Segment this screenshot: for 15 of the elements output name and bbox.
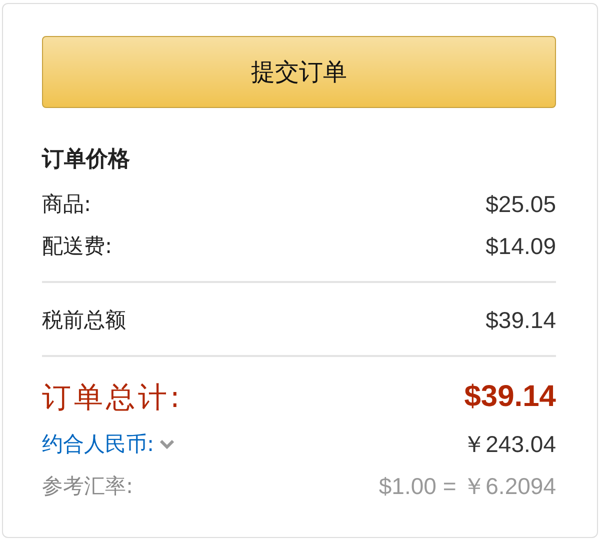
order-total-label: 订单总计:	[42, 379, 183, 416]
exchange-rate-value: $1.00 = ￥6.2094	[378, 472, 556, 501]
exchange-rate-label: 参考汇率:	[42, 473, 134, 500]
subtotal-label: 税前总额	[42, 307, 126, 334]
submit-order-button[interactable]: 提交订单	[42, 36, 556, 108]
price-label: 商品:	[42, 191, 92, 218]
converted-amount: ￥243.04	[462, 430, 556, 459]
currency-link[interactable]: 约合人民币:	[42, 429, 154, 459]
price-amount: $14.09	[486, 232, 556, 261]
price-label: 配送费:	[42, 233, 112, 260]
chevron-down-icon[interactable]	[160, 440, 174, 448]
subtotal-amount: $39.14	[486, 306, 556, 335]
section-heading: 订单价格	[42, 146, 131, 174]
price-amount: $25.05	[486, 190, 556, 219]
order-total-amount: $39.14	[464, 379, 556, 415]
